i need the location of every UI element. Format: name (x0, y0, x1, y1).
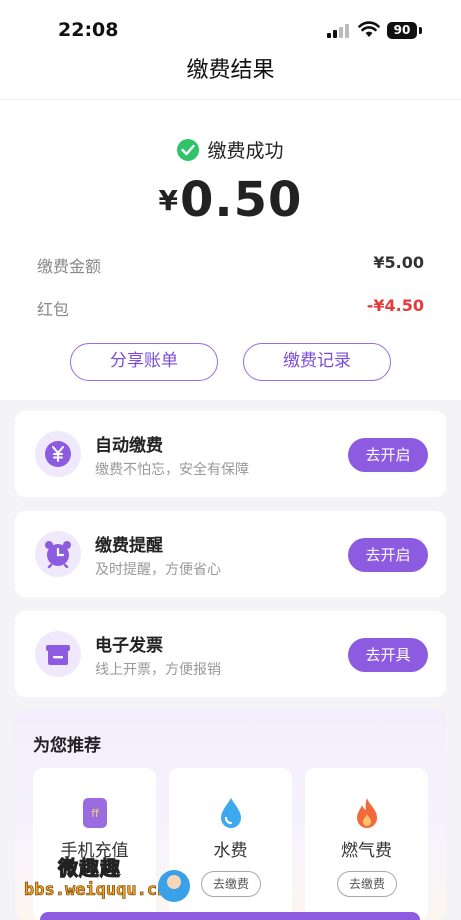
recommend-item-gas[interactable]: 燃气费 去缴费 (305, 768, 428, 920)
recommend-item-name: 燃气费 (341, 841, 392, 861)
yen-icon (35, 431, 81, 477)
e-invoice-card[interactable]: 电子发票 线上开票，方便报销 去开具 (15, 611, 446, 697)
paid-amount: ¥0.50 (0, 172, 461, 228)
payment-records-button[interactable]: 缴费记录 (243, 343, 391, 381)
water-drop-icon (221, 798, 241, 828)
auto-pay-card[interactable]: 自动缴费 缴费不怕忘，安全有保障 去开启 (15, 411, 446, 497)
amount-value: 0.50 (180, 172, 303, 228)
watermark-avatar (158, 870, 190, 902)
currency-symbol: ¥ (158, 184, 179, 217)
battery-tip (419, 27, 422, 34)
detail-label: 红包 (37, 300, 70, 319)
cellular-signal-icon (327, 24, 349, 38)
status-bar: 22:08 90 (0, 0, 461, 56)
status-time: 22:08 (58, 19, 119, 41)
success-text: 缴费成功 (207, 140, 284, 162)
success-status: 缴费成功 (0, 136, 461, 163)
phone-topup-icon: ff (83, 798, 107, 828)
invoice-icon (35, 631, 81, 677)
card-title: 自动缴费 (95, 436, 163, 456)
detail-value: -¥4.50 (366, 296, 424, 315)
payment-result: 缴费成功 ¥0.50 缴费金额 ¥5.00 红包 -¥4.50 分享账单 缴费记… (0, 100, 461, 400)
title-bar: 缴费结果 (0, 56, 461, 100)
card-subtitle: 及时提醒，方便省心 (95, 562, 221, 578)
issue-invoice-button[interactable]: 去开具 (348, 638, 428, 672)
detail-label: 缴费金额 (37, 257, 102, 276)
alarm-clock-icon (35, 531, 81, 577)
enable-reminder-button[interactable]: 去开启 (348, 538, 428, 572)
flame-icon (357, 798, 377, 828)
bottom-action-bar[interactable] (40, 912, 420, 920)
success-check-icon (177, 138, 200, 161)
payment-reminder-card[interactable]: 缴费提醒 及时提醒，方便省心 去开启 (15, 511, 446, 597)
watermark-text: 微趣趣 (58, 856, 121, 881)
enable-auto-pay-button[interactable]: 去开启 (348, 438, 428, 472)
battery-indicator: 90 (387, 22, 417, 39)
forum-watermark: 微趣趣 bbs.weiququ.cn (0, 846, 230, 920)
page-title: 缴费结果 (186, 58, 275, 83)
watermark-url: bbs.weiququ.cn (24, 880, 168, 901)
card-title: 电子发票 (95, 636, 163, 656)
wifi-icon (358, 21, 380, 37)
card-title: 缴费提醒 (95, 536, 163, 556)
share-bill-button[interactable]: 分享账单 (70, 343, 218, 381)
pay-gas-button[interactable]: 去缴费 (337, 871, 397, 897)
card-subtitle: 线上开票，方便报销 (95, 662, 221, 678)
recommend-title: 为您推荐 (33, 736, 101, 756)
card-subtitle: 缴费不怕忘，安全有保障 (95, 462, 249, 478)
detail-value: ¥5.00 (373, 253, 424, 272)
svg-text:ff: ff (91, 807, 99, 820)
